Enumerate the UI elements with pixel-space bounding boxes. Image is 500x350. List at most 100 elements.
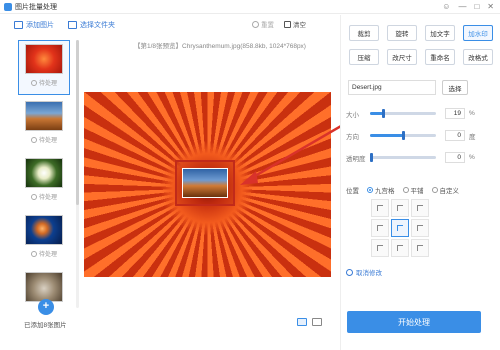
thumbnail-status: 待处理 bbox=[38, 195, 57, 201]
choose-file-button[interactable]: 选择 bbox=[442, 80, 468, 95]
op-resize-button[interactable]: 改尺寸 bbox=[387, 49, 417, 65]
minimize-icon[interactable]: — bbox=[458, 2, 466, 11]
opacity-unit: % bbox=[469, 154, 475, 161]
direction-slider[interactable] bbox=[370, 131, 436, 140]
direction-unit: 度 bbox=[469, 133, 476, 141]
start-process-button[interactable]: 开始处理 bbox=[347, 311, 481, 333]
opacity-slider[interactable] bbox=[370, 153, 436, 162]
position-top-center[interactable] bbox=[391, 199, 409, 217]
op-add-text-button[interactable]: 加文字 bbox=[425, 25, 455, 41]
thumbnail-status: 待处理 bbox=[38, 138, 57, 144]
corner-icon bbox=[377, 225, 383, 231]
add-images-label: 添加图片 bbox=[26, 22, 54, 29]
thumbnail-list: 待处理 待处理 待处理 待处理 bbox=[18, 40, 73, 308]
thumbnail-item[interactable]: 待处理 bbox=[18, 211, 70, 266]
cancel-changes-link[interactable]: 取消修改 bbox=[346, 267, 382, 277]
thumbnail-item[interactable]: 待处理 bbox=[18, 154, 70, 209]
thumbnail-item[interactable]: 待处理 bbox=[18, 40, 70, 95]
direction-slider-row: 方向 0 度 bbox=[346, 130, 496, 141]
cancel-changes-label: 取消修改 bbox=[356, 270, 382, 277]
maximize-icon[interactable]: □ bbox=[474, 2, 479, 11]
thumbnail-item[interactable]: 待处理 bbox=[18, 97, 70, 152]
add-images-button[interactable]: 添加图片 bbox=[14, 20, 54, 30]
opacity-label: 透明度 bbox=[346, 155, 366, 163]
added-count: 已添加8张图片 bbox=[24, 322, 67, 329]
preview-header: 重置 清空 bbox=[252, 19, 306, 29]
app-icon bbox=[4, 2, 12, 11]
thumbnail-image bbox=[25, 158, 63, 188]
watermark-file-row: Desert.jpg 选择 bbox=[348, 80, 468, 95]
opacity-slider-handle[interactable] bbox=[370, 153, 373, 162]
size-slider-fill bbox=[370, 112, 383, 115]
corner-icon bbox=[417, 245, 423, 251]
watermark-preview[interactable] bbox=[175, 160, 235, 206]
position-middle-right[interactable] bbox=[411, 219, 429, 237]
op-compress-button[interactable]: 压缩 bbox=[349, 49, 379, 65]
thumbnail-image bbox=[25, 272, 63, 302]
direction-value[interactable]: 0 bbox=[445, 130, 465, 141]
size-unit: % bbox=[469, 110, 475, 117]
preview-file-info: 【第1/8张预览】Chrysanthemum.jpg(858.8kb, 1024… bbox=[134, 43, 306, 50]
pending-icon bbox=[30, 250, 37, 257]
op-format-button[interactable]: 改格式 bbox=[463, 49, 493, 65]
size-slider[interactable] bbox=[370, 109, 436, 118]
restore-icon bbox=[252, 20, 259, 28]
radio-custom[interactable]: 自定义 bbox=[431, 185, 459, 195]
position-bottom-center[interactable] bbox=[391, 239, 409, 257]
restore-button[interactable]: 重置 bbox=[252, 19, 274, 29]
thumbnail-scrollbar[interactable] bbox=[76, 40, 79, 308]
add-plus-button[interactable]: + bbox=[38, 299, 54, 315]
watermark-image bbox=[182, 168, 228, 198]
op-rename-button[interactable]: 重命名 bbox=[425, 49, 455, 65]
close-icon[interactable]: ✕ bbox=[487, 2, 494, 11]
scrollbar-thumb[interactable] bbox=[76, 40, 79, 205]
list-view-icon[interactable] bbox=[312, 318, 322, 326]
image-view-icon[interactable] bbox=[297, 318, 307, 326]
position-bottom-left[interactable] bbox=[371, 239, 389, 257]
corner-icon bbox=[417, 225, 423, 231]
folder-icon bbox=[68, 21, 77, 29]
choose-folder-button[interactable]: 选择文件夹 bbox=[68, 20, 115, 30]
left-toolbar: 添加图片 选择文件夹 bbox=[14, 20, 115, 30]
thumbnail-status: 待处理 bbox=[38, 252, 57, 258]
trash-icon bbox=[284, 20, 291, 28]
position-grid bbox=[371, 199, 429, 257]
watermark-file-field[interactable]: Desert.jpg bbox=[348, 80, 436, 95]
op-rotate-button[interactable]: 旋转 bbox=[387, 25, 417, 41]
choose-folder-label: 选择文件夹 bbox=[80, 22, 115, 29]
pending-icon bbox=[30, 79, 37, 86]
direction-slider-handle[interactable] bbox=[402, 131, 405, 140]
size-slider-row: 大小 19 % bbox=[346, 108, 496, 119]
corner-icon bbox=[397, 245, 403, 251]
radio-nine-grid[interactable]: 九宫格 bbox=[367, 185, 395, 195]
opacity-slider-row: 透明度 0 % bbox=[346, 152, 496, 163]
corner-icon bbox=[417, 205, 423, 211]
radio-tile[interactable]: 平铺 bbox=[402, 185, 424, 195]
title-bar: 图片批量处理 ☺ — □ ✕ bbox=[0, 0, 500, 14]
position-center[interactable] bbox=[391, 219, 409, 237]
pending-icon bbox=[30, 193, 37, 200]
pending-icon bbox=[30, 136, 37, 143]
thumbnail-image bbox=[25, 44, 63, 74]
opacity-value[interactable]: 0 bbox=[445, 152, 465, 163]
direction-label: 方向 bbox=[346, 133, 359, 141]
size-value[interactable]: 19 bbox=[445, 108, 465, 119]
clear-button[interactable]: 清空 bbox=[284, 19, 306, 29]
corner-icon bbox=[377, 205, 383, 211]
position-bottom-right[interactable] bbox=[411, 239, 429, 257]
center-icon bbox=[397, 225, 403, 231]
chat-icon[interactable]: ☺ bbox=[442, 2, 450, 11]
op-watermark-button[interactable]: 加水印 bbox=[463, 25, 493, 41]
position-top-right[interactable] bbox=[411, 199, 429, 217]
op-crop-button[interactable]: 裁剪 bbox=[349, 25, 379, 41]
settings-panel: 裁剪 旋转 加文字 加水印 压缩 改尺寸 重命名 改格式 Desert.jpg … bbox=[340, 15, 500, 350]
position-top-left[interactable] bbox=[371, 199, 389, 217]
thumbnail-status: 待处理 bbox=[38, 81, 57, 87]
add-image-icon bbox=[14, 21, 23, 29]
size-slider-handle[interactable] bbox=[381, 109, 385, 118]
position-middle-left[interactable] bbox=[371, 219, 389, 237]
restore-label: 重置 bbox=[261, 22, 274, 29]
view-toggles bbox=[297, 318, 322, 326]
corner-icon bbox=[377, 245, 383, 251]
operation-grid: 裁剪 旋转 加文字 加水印 压缩 改尺寸 重命名 改格式 bbox=[349, 25, 493, 65]
